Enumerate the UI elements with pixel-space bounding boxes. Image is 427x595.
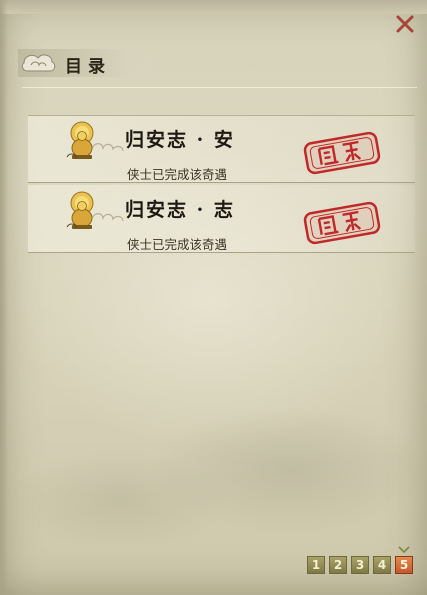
completed-seal-stamp	[303, 201, 381, 245]
header-divider	[22, 87, 417, 88]
panel-top-border	[0, 0, 427, 14]
entry-divider-top	[28, 115, 415, 116]
page-button-5[interactable]: 5	[395, 556, 413, 574]
cloud-swirl-icon	[91, 212, 124, 222]
page-button-3[interactable]: 3	[351, 556, 369, 574]
encounter-entry[interactable]: 归安志 · 安 侠士已完成该奇遇	[28, 115, 415, 183]
close-button[interactable]	[393, 12, 417, 36]
panel-left-border	[0, 0, 8, 595]
encounter-status: 侠士已完成该奇遇	[127, 167, 228, 182]
encounter-name: 归安志 · 安	[125, 129, 235, 151]
journal-panel: 目录 归安志 · 安 侠士已完成该奇遇 归安志 · 志 侠士已完成该奇遇 1 2…	[0, 0, 427, 595]
cloud-ornament-icon	[21, 54, 56, 72]
pagination: 1 2 3 4 5	[307, 556, 413, 574]
current-page-chevron-icon	[398, 546, 410, 554]
page-button-2[interactable]: 2	[329, 556, 347, 574]
title-bar: 目录	[18, 49, 178, 77]
close-x-icon	[396, 15, 414, 33]
entry-divider	[28, 252, 415, 253]
entry-divider	[28, 182, 415, 183]
encounter-entry[interactable]: 归安志 · 志 侠士已完成该奇遇	[28, 185, 415, 253]
completed-seal-stamp	[303, 131, 381, 175]
cloud-swirl-icon	[91, 142, 124, 152]
page-button-1[interactable]: 1	[307, 556, 325, 574]
encounter-name: 归安志 · 志	[125, 199, 235, 221]
page-button-4[interactable]: 4	[373, 556, 391, 574]
panel-title: 目录	[65, 57, 111, 77]
encounter-status: 侠士已完成该奇遇	[127, 237, 228, 252]
